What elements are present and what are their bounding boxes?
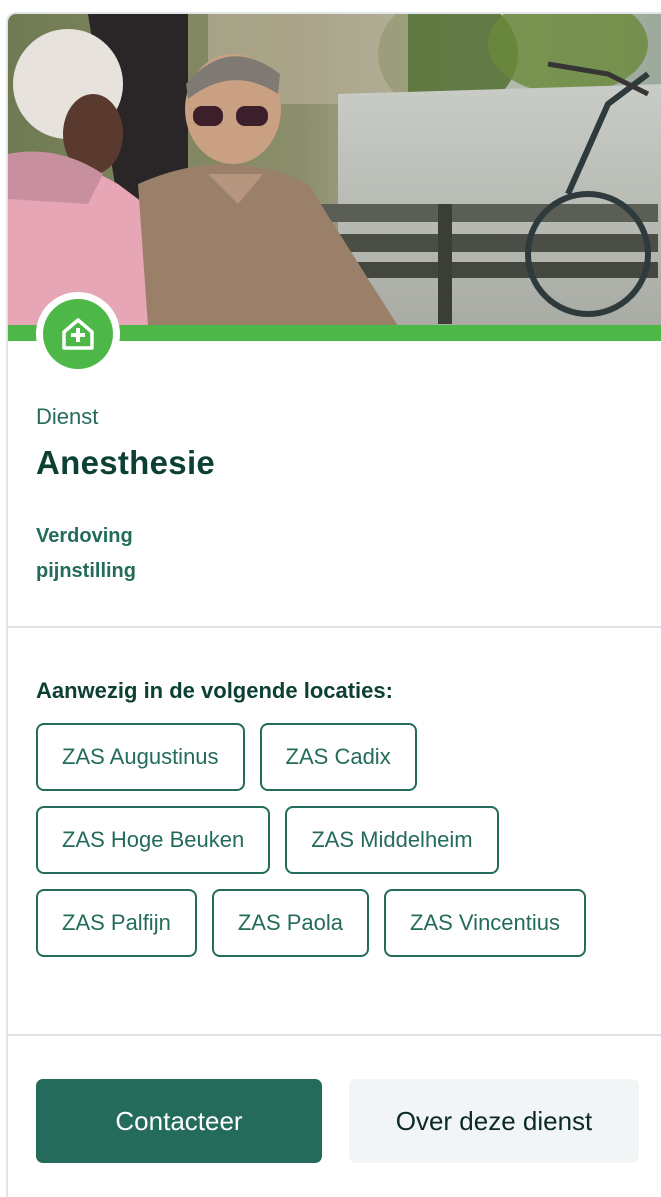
locations-heading: Aanwezig in de volgende locaties: xyxy=(36,678,393,703)
service-keywords: Verdoving pijnstilling xyxy=(36,519,136,589)
service-card: Dienst Anesthesie Verdoving pijnstilling… xyxy=(6,12,661,1197)
location-chip-paola[interactable]: ZAS Paola xyxy=(211,889,369,957)
divider xyxy=(8,626,661,628)
location-chip-cadix[interactable]: ZAS Cadix xyxy=(259,723,417,791)
location-chip-augustinus[interactable]: ZAS Augustinus xyxy=(36,723,245,791)
location-chip-palfijn[interactable]: ZAS Palfijn xyxy=(36,889,197,957)
location-list: ZAS Augustinus ZAS Cadix ZAS Hoge Beuken… xyxy=(36,723,656,972)
hero-image xyxy=(8,14,661,326)
location-chip-middelheim[interactable]: ZAS Middelheim xyxy=(285,806,499,874)
location-chip-hoge-beuken[interactable]: ZAS Hoge Beuken xyxy=(36,806,271,874)
service-badge xyxy=(36,292,120,376)
service-title: Anesthesie xyxy=(36,444,216,481)
divider xyxy=(8,1034,661,1036)
keyword: pijnstilling xyxy=(36,560,136,582)
about-service-button[interactable]: Over deze dienst xyxy=(349,1079,639,1163)
service-category-label: Dienst xyxy=(36,404,99,429)
hospital-home-icon xyxy=(43,299,113,369)
contact-button[interactable]: Contacteer xyxy=(36,1079,322,1163)
keyword: Verdoving xyxy=(36,525,133,547)
location-chip-vincentius[interactable]: ZAS Vincentius xyxy=(384,889,587,957)
